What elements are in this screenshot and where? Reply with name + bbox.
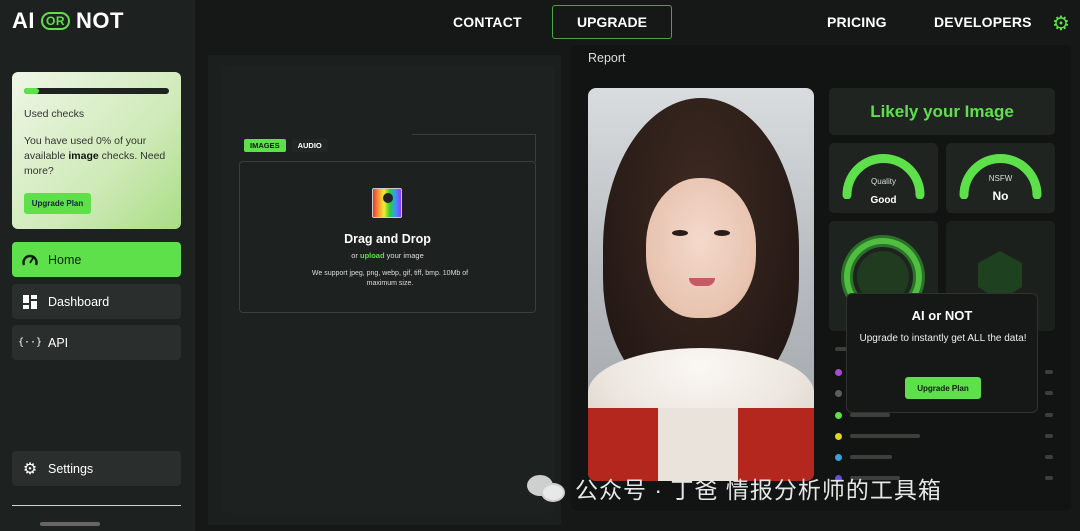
upload-link[interactable]: upload <box>360 251 385 260</box>
sidebar-item-label: API <box>48 335 69 350</box>
overlay-upgrade-plan-button[interactable]: Upgrade Plan <box>905 377 981 399</box>
overlay-title: AI or NOT <box>911 308 973 323</box>
sidebar-item-label: Settings <box>48 461 94 476</box>
usage-description: You have used 0% of your available image… <box>24 135 166 177</box>
quality-gauge-card: Quality Good <box>829 143 938 213</box>
sidebar-item-home[interactable]: Home <box>12 242 181 277</box>
uploaded-image-preview <box>588 88 814 481</box>
tab-audio[interactable]: AUDIO <box>291 138 328 152</box>
upgrade-plan-button[interactable]: Upgrade Plan <box>24 193 91 214</box>
logo-ai: AI <box>12 8 35 33</box>
tab-images[interactable]: IMAGES <box>244 138 286 152</box>
sidebar-item-dashboard[interactable]: Dashboard <box>12 284 181 319</box>
quality-gauge-icon <box>842 154 925 199</box>
sidebar-item-api[interactable]: {··} API <box>12 325 181 360</box>
media-type-tabs: IMAGES AUDIO <box>240 135 412 155</box>
nav-pricing[interactable]: PRICING <box>827 14 887 30</box>
nav-contact[interactable]: CONTACT <box>453 14 522 30</box>
gauge-icon <box>22 253 38 267</box>
logo[interactable]: AI OR NOT <box>12 8 124 34</box>
usage-card: Used checks You have used 0% of your ava… <box>12 72 181 229</box>
sidebar-item-settings[interactable]: ⚙ Settings <box>12 451 181 486</box>
gear-icon: ⚙ <box>22 460 38 478</box>
verdict-banner: Likely your Image <box>829 88 1055 135</box>
report-heading: Report <box>588 51 626 65</box>
dropzone-subtitle: or upload your image <box>351 251 424 260</box>
image-dropzone[interactable]: Drag and Drop or upload your image We su… <box>239 161 536 313</box>
usage-title: Used checks <box>24 108 85 120</box>
usage-progress-bar <box>24 88 169 94</box>
usage-progress-fill <box>24 88 39 94</box>
top-navbar: CONTACT UPGRADE PRICING DEVELOPERS ⚙ <box>195 0 1080 44</box>
overlay-description: Upgrade to instantly get ALL the data! <box>859 333 1027 344</box>
tab-frame-right <box>535 134 536 162</box>
sidebar-divider <box>12 505 181 506</box>
settings-gear-icon[interactable]: ⚙ <box>1052 11 1070 36</box>
nsfw-label: NSFW <box>988 174 1013 183</box>
upgrade-overlay-card: AI or NOT Upgrade to instantly get ALL t… <box>846 293 1038 413</box>
logo-not: NOT <box>76 8 124 33</box>
sidebar-item-label: Home <box>48 252 82 267</box>
quality-label: Quality <box>871 177 896 186</box>
nsfw-gauge-card: NSFW No <box>946 143 1055 213</box>
nsfw-value: No <box>992 189 1009 203</box>
sidebar: AI OR NOT Used checks You have used 0% o… <box>0 0 195 531</box>
wechat-watermark: 公众号 · 丁爸 情报分析师的工具箱 <box>527 470 942 506</box>
watermark-text: 公众号 · 丁爸 情报分析师的工具箱 <box>575 477 942 503</box>
quality-value: Good <box>870 195 897 206</box>
user-account-row[interactable] <box>40 522 100 526</box>
app-window: AI OR NOT Used checks You have used 0% o… <box>0 0 1080 531</box>
image-upload-icon <box>372 188 402 218</box>
nav-developers[interactable]: DEVELOPERS <box>934 14 1032 30</box>
code-braces-icon: {··} <box>17 337 43 348</box>
dashboard-icon <box>22 294 38 309</box>
wechat-icon <box>527 473 565 503</box>
nav-upgrade-button[interactable]: UPGRADE <box>552 5 672 39</box>
logo-or: OR <box>41 12 70 30</box>
tab-frame-top <box>412 134 536 135</box>
sidebar-item-label: Dashboard <box>48 294 110 309</box>
supported-formats-text: We support jpeg, png, webp, gif, tiff, b… <box>311 270 469 287</box>
dropzone-title: Drag and Drop <box>344 232 431 246</box>
